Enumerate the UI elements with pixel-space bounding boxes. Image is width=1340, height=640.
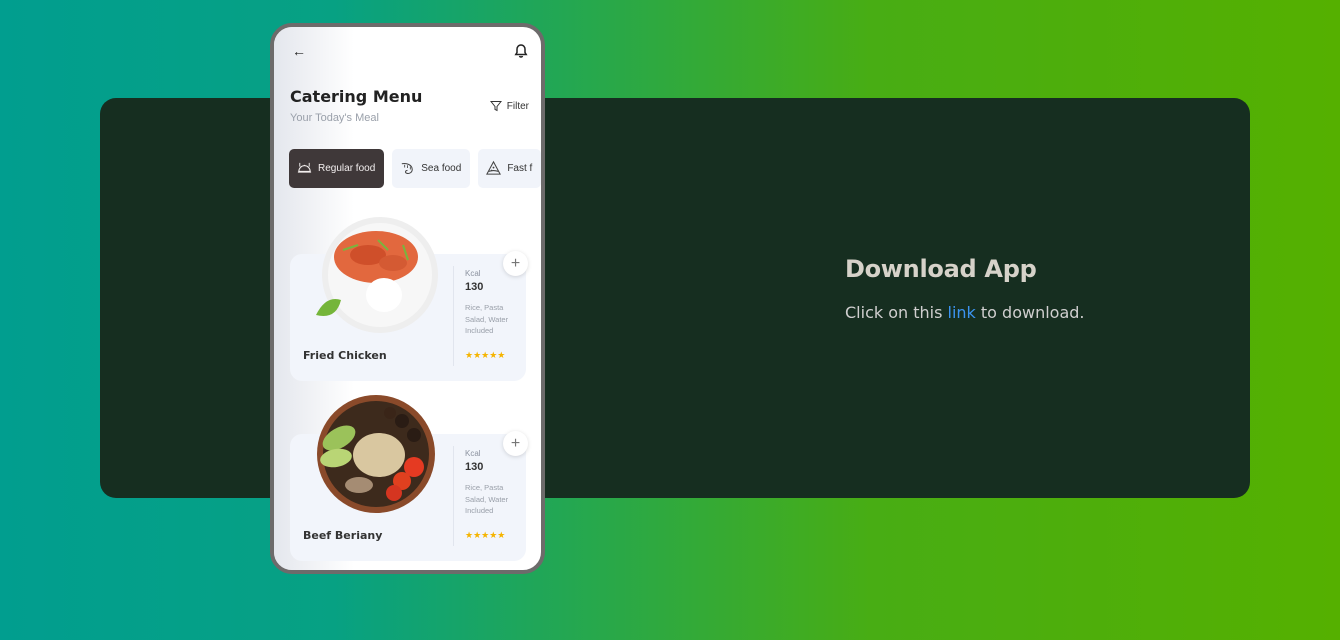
- pizza-icon: [486, 160, 502, 175]
- arrow-left-icon[interactable]: ←: [292, 41, 306, 61]
- kcal-value: 130: [465, 461, 484, 473]
- item-description: Rice, Pasta Salad, Water Included: [465, 483, 509, 515]
- star-rating: ★★★★★: [465, 350, 506, 360]
- tab-label: Regular food: [318, 163, 376, 174]
- kcal-value: 130: [465, 281, 484, 293]
- funnel-icon: [489, 101, 502, 112]
- download-text-after: to download.: [980, 303, 1085, 322]
- kcal-label: Kcal: [465, 269, 481, 278]
- page-subtitle: Your Today's Meal: [290, 112, 379, 124]
- tab-sea-food[interactable]: Sea food: [392, 149, 471, 188]
- download-heading: Download App: [845, 255, 1037, 283]
- download-link[interactable]: link: [948, 303, 976, 322]
- star-rating: ★★★★★: [465, 530, 506, 540]
- add-item-button[interactable]: +: [503, 251, 528, 276]
- bell-icon[interactable]: [513, 43, 529, 59]
- page-title: Catering Menu: [290, 87, 423, 106]
- tab-regular-food[interactable]: Regular food: [289, 149, 385, 188]
- item-description: Rice, Pasta Salad, Water Included: [465, 303, 509, 335]
- app-header: Catering Menu Your Today's Meal: [290, 87, 422, 124]
- dish-icon: [297, 162, 312, 173]
- download-section: Download App Click on this link to downl…: [845, 255, 1205, 322]
- beef-beriany-image: [317, 395, 435, 513]
- category-tabs: Regular food Sea food Fast f: [289, 149, 541, 188]
- item-name: Fried Chicken: [303, 349, 387, 362]
- tab-label: Fast f: [507, 163, 533, 174]
- add-item-button[interactable]: +: [503, 431, 528, 456]
- filter-label: Filter: [506, 100, 529, 112]
- app-topbar: ←: [290, 41, 529, 61]
- shrimp-icon: [401, 163, 414, 174]
- card-divider: [453, 266, 454, 366]
- tab-label: Sea food: [421, 163, 462, 174]
- download-text: Click on this link to download.: [845, 303, 1205, 322]
- card-divider: [453, 446, 454, 546]
- filter-button[interactable]: Filter: [489, 100, 529, 112]
- download-text-before: Click on this: [845, 303, 943, 322]
- item-name: Beef Beriany: [303, 529, 383, 542]
- tab-fast-food[interactable]: Fast f: [478, 149, 541, 188]
- kcal-label: Kcal: [465, 449, 481, 458]
- fried-chicken-image: [316, 217, 438, 333]
- phone-mockup: ← Catering Menu Your Today's Meal Filter…: [270, 23, 545, 574]
